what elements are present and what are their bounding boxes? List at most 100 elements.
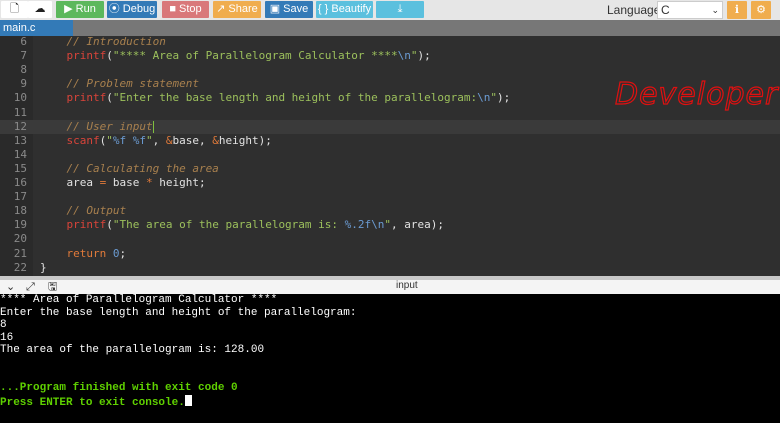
save-label: Save [283, 3, 309, 15]
code-text: printf("Enter the base length and height… [40, 91, 511, 105]
line-number: 11 [13, 105, 27, 119]
code-text: printf("**** Area of Parallelogram Calcu… [40, 49, 431, 63]
code-editor[interactable]: 6 // Introduction 7 printf("**** Area of … [0, 36, 780, 276]
line-number: 20 [13, 232, 27, 246]
line-number: 14 [13, 147, 27, 161]
code-line[interactable]: 18 // Output [0, 204, 780, 218]
code-line[interactable]: 16 area = base * height; [0, 176, 780, 190]
share-button[interactable]: ↗ Share [213, 1, 261, 18]
console-line: **** Area of Parallelogram Calculator **… [0, 294, 278, 306]
code-text: // User input [40, 120, 154, 134]
tab-main-c[interactable]: main.c [0, 20, 73, 36]
settings-button[interactable]: ⚙ [751, 1, 771, 19]
code-token: %f %f [112, 133, 146, 147]
code-token: base [172, 133, 200, 147]
run-button[interactable]: ▶ Run [56, 1, 104, 18]
code-token: base [106, 176, 146, 189]
code-line[interactable]: 17 [0, 190, 780, 204]
line-number: 19 [13, 218, 27, 232]
code-line[interactable]: 6 // Introduction [0, 36, 780, 49]
code-token: "**** Area of Parallelogram Calculator *… [112, 49, 398, 63]
code-token: ( [106, 91, 113, 105]
code-text: scanf("%f %f", &base, &height); [40, 134, 272, 148]
new-file-button[interactable]: 🗋 [1, 1, 28, 18]
clear-console-icon[interactable]: 🖫 [48, 280, 57, 294]
play-icon: ▶ [64, 3, 73, 15]
code-line[interactable]: 22} [0, 261, 780, 275]
code-token: ( [106, 218, 113, 232]
language-value: C [661, 3, 670, 17]
code-line[interactable]: 14 [0, 148, 780, 162]
save-button[interactable]: ▣ Save [265, 1, 313, 18]
chevron-down-icon[interactable]: ⌄ [6, 280, 15, 294]
code-token: "Enter the base length and height of the… [112, 91, 478, 105]
upload-button[interactable]: ☁ [28, 1, 52, 18]
code-line[interactable]: 20 [0, 232, 780, 246]
share-label: Share [228, 3, 258, 15]
console-line: Press ENTER to exit console. [0, 394, 192, 409]
language-select[interactable]: C ⌄ [657, 1, 723, 19]
code-token: \n [477, 91, 491, 105]
code-line[interactable]: 13 scanf("%f %f", &base, &height); [0, 134, 780, 148]
line-number: 12 [13, 119, 27, 133]
code-token: height [218, 133, 259, 147]
share-icon: ↗ [216, 3, 226, 15]
toolbar: 🗋 ☁ ▶ Run ⦿ Debug ■ Stop ↗ Share ▣ Save { } B… [0, 0, 780, 20]
code-line[interactable]: 15 // Calculating the area [0, 162, 780, 176]
line-number: 10 [13, 91, 27, 105]
code-token: printf [66, 91, 107, 105]
line-number: 9 [20, 77, 27, 91]
code-token: * [146, 176, 153, 189]
code-token: } [40, 260, 47, 274]
stop-label: Stop [179, 3, 202, 15]
code-token: area [404, 218, 431, 232]
console-line: The area of the parallelogram is: 128.00 [0, 344, 265, 357]
expand-icon[interactable]: ⤢ [26, 280, 35, 294]
code-token: // Introduction [40, 36, 166, 48]
code-token: ( [106, 49, 113, 63]
console-input-label: input [396, 280, 418, 291]
beautify-button[interactable]: { } Beautify [316, 1, 373, 18]
line-number: 13 [13, 133, 27, 147]
code-token: & [212, 133, 219, 147]
code-token: ); [258, 133, 272, 147]
code-text: // Problem statement [40, 77, 199, 91]
code-text: } [40, 261, 47, 275]
code-token: // Problem statement [40, 77, 199, 91]
stop-icon: ■ [169, 3, 176, 15]
console-line: ...Program finished with exit code 0 [0, 382, 238, 395]
code-text: // Calculating the area [40, 162, 218, 176]
download-icon: ⤓ [397, 3, 403, 15]
console-line: Enter the base length and height of the … [0, 306, 357, 319]
download-button[interactable]: ⤓ [376, 1, 424, 18]
debug-button[interactable]: ⦿ Debug [107, 1, 157, 18]
code-token: return [66, 246, 113, 260]
code-text: // Introduction [40, 36, 166, 49]
console-header: ⌄ ⤢ 🖫 input [0, 280, 780, 294]
debug-icon: ⦿ [108, 3, 120, 15]
code-line[interactable]: 7 printf("**** Area of Parallelogram Cal… [0, 49, 780, 63]
code-line[interactable]: 19 printf("The area of the parallelogram… [0, 218, 780, 232]
code-token: // Output [40, 204, 127, 218]
console-cursor [184, 394, 192, 406]
code-line[interactable]: 21 return 0; [0, 247, 780, 261]
code-token: \n [397, 49, 411, 63]
gear-icon: ⚙ [756, 4, 766, 16]
code-token: printf [66, 218, 107, 232]
save-icon: ▣ [269, 3, 281, 15]
console-output[interactable]: **** Area of Parallelogram Calculator **… [0, 294, 780, 423]
code-line[interactable]: 12 // User input [0, 119, 780, 134]
code-token: %.2f\n [344, 218, 385, 232]
debug-label: Debug [122, 3, 156, 15]
stop-button[interactable]: ■ Stop [162, 1, 209, 18]
code-token: " [106, 133, 113, 147]
code-text: printf("The area of the parallelogram is… [40, 218, 445, 232]
code-token: height; [152, 176, 206, 189]
code-token: // User input [40, 119, 153, 133]
info-button[interactable]: ℹ [727, 1, 747, 19]
